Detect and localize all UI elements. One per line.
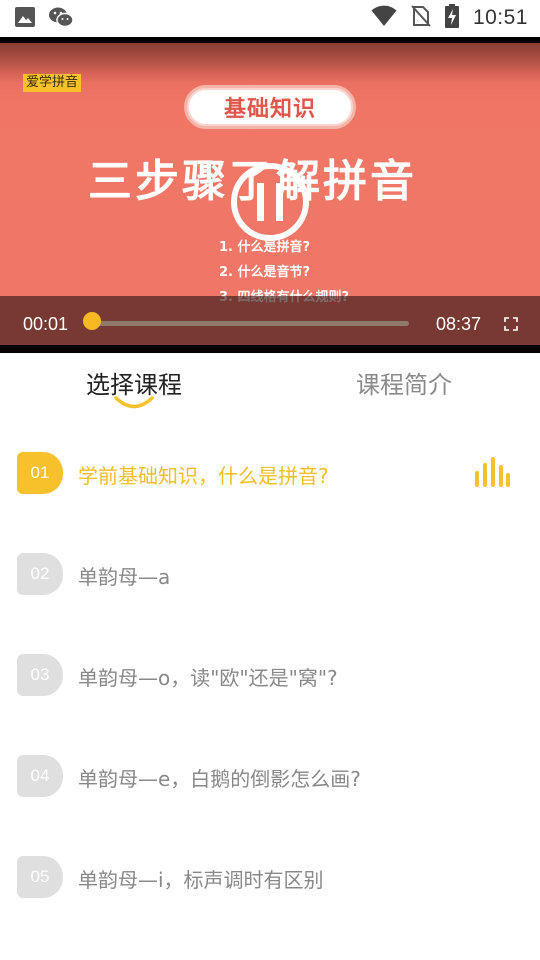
video-player[interactable]: 爱学拼音 基础知识 三步骤了解拼音 1. 什么是拼音? 2. 什么是音节? 3.… xyxy=(0,37,540,353)
course-list: 01 学前基础知识，什么是拼音? 02 单韵母—a 03 单韵母—o，读"欧"还… xyxy=(0,422,540,927)
duration: 08:37 xyxy=(435,314,481,334)
status-bar: 10:51 xyxy=(0,0,540,37)
now-playing-icon xyxy=(475,457,510,487)
seek-thumb[interactable] xyxy=(83,312,101,330)
course-title: 学前基础知识，什么是拼音? xyxy=(78,464,329,488)
wechat-icon xyxy=(48,6,74,32)
tab-course-intro[interactable]: 课程简介 xyxy=(356,365,452,400)
course-title: 单韵母—i，标声调时有区别 xyxy=(78,868,324,892)
course-number-badge: 02 xyxy=(17,553,63,595)
course-title: 单韵母—o，读"欧"还是"窝"? xyxy=(78,666,338,690)
course-item-04[interactable]: 04 单韵母—e，白鹅的倒影怎么画? xyxy=(0,725,540,826)
seek-bar[interactable] xyxy=(92,321,409,326)
brand-tag: 爱学拼音 xyxy=(23,74,82,92)
course-number-badge: 04 xyxy=(17,755,63,797)
course-title: 单韵母—e，白鹅的倒影怎么画? xyxy=(78,767,361,791)
course-number-badge: 01 xyxy=(17,452,63,494)
category-pill: 基础知识 xyxy=(184,85,356,129)
tab-bar: 选择课程 课程简介 xyxy=(0,353,540,417)
course-title: 单韵母—a xyxy=(78,565,171,589)
course-item-05[interactable]: 05 单韵母—i，标声调时有区别 xyxy=(0,826,540,927)
current-time: 00:01 xyxy=(23,314,69,334)
tab-active-indicator xyxy=(114,396,154,409)
category-pill-text: 基础知识 xyxy=(223,97,316,122)
course-item-03[interactable]: 03 单韵母—o，读"欧"还是"窝"? xyxy=(0,624,540,725)
video-frame[interactable]: 爱学拼音 基础知识 三步骤了解拼音 1. 什么是拼音? 2. 什么是音节? 3.… xyxy=(0,43,540,345)
battery-charging-icon xyxy=(444,4,459,32)
step-item: 2. 什么是音节? xyxy=(219,265,311,280)
status-time: 10:51 xyxy=(472,6,528,29)
player-controls: 00:01 08:37 xyxy=(0,296,540,345)
no-sim-icon xyxy=(411,4,431,32)
course-item-01[interactable]: 01 学前基础知识，什么是拼音? xyxy=(0,422,540,523)
image-icon xyxy=(14,6,36,32)
course-number-badge: 03 xyxy=(17,654,63,696)
pause-icon[interactable] xyxy=(229,161,311,243)
wifi-icon xyxy=(371,5,397,31)
fullscreen-icon[interactable] xyxy=(504,316,518,331)
course-item-02[interactable]: 02 单韵母—a xyxy=(0,523,540,624)
course-number-badge: 05 xyxy=(17,856,63,898)
